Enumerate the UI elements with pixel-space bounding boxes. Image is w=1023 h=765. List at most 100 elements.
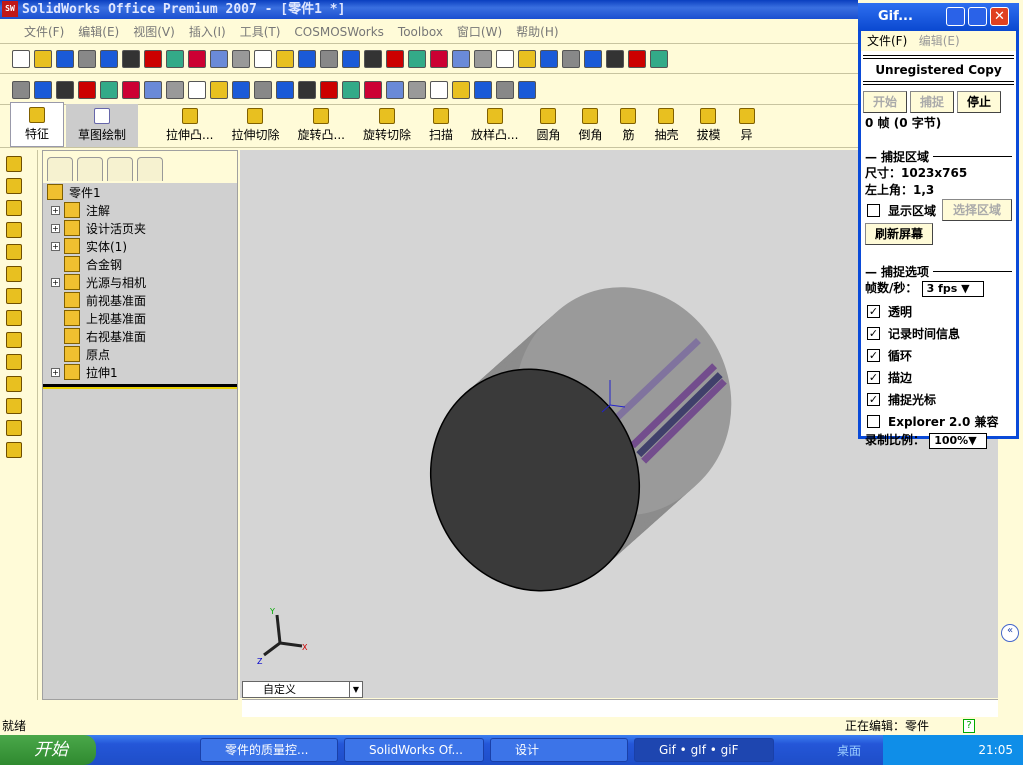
option-checkbox[interactable]: ✓	[867, 326, 880, 340]
select-area-button[interactable]: 选择区域	[942, 199, 1013, 221]
desktop-toolbar-label[interactable]: 桌面	[837, 742, 861, 759]
sketch-tool-icon[interactable]	[6, 310, 22, 326]
fps-select[interactable]: 3 fps ▼	[921, 281, 984, 297]
menu-file[interactable]: 文件(F)	[24, 23, 64, 40]
command-button[interactable]: 圆角	[536, 108, 560, 147]
command-button[interactable]: 旋转凸...	[298, 108, 345, 147]
toolbar-tool-icon[interactable]	[408, 80, 426, 99]
gif-menu-edit[interactable]: 编辑(E)	[919, 34, 960, 48]
toolbar-tool-icon[interactable]	[496, 80, 514, 99]
toolbar-tool-icon[interactable]	[408, 50, 426, 68]
toolbar-tool-icon[interactable]	[430, 50, 448, 68]
sketch-tool-icon[interactable]	[6, 288, 22, 304]
toolbar-tool-icon[interactable]	[298, 50, 316, 68]
toolbar-tool-icon[interactable]	[122, 80, 140, 99]
stop-button[interactable]: 停止	[957, 91, 1001, 113]
toolbar-tool-icon[interactable]	[166, 50, 184, 68]
option-checkbox[interactable]: ✓	[867, 304, 880, 318]
command-button[interactable]: 放样凸...	[471, 108, 518, 147]
toolbar-tool-icon[interactable]	[100, 80, 118, 99]
command-button[interactable]: 异	[738, 108, 755, 147]
toolbar-tool-icon[interactable]	[232, 80, 250, 99]
toolbar-tool-icon[interactable]	[144, 50, 162, 68]
command-button[interactable]: 拉伸凸...	[166, 108, 213, 147]
sketch-tool-icon[interactable]	[6, 200, 22, 216]
option-checkbox[interactable]	[867, 414, 880, 428]
tree-item[interactable]: 前视基准面	[43, 291, 237, 309]
sketch-tool-icon[interactable]	[6, 222, 22, 238]
sketch-tool-icon[interactable]	[6, 156, 22, 172]
tab-cosmos[interactable]	[137, 157, 163, 181]
toolbar-tool-icon[interactable]	[298, 80, 316, 99]
toolbar-tool-icon[interactable]	[12, 50, 30, 68]
command-button[interactable]: 抽壳	[654, 108, 678, 147]
command-button[interactable]: 拉伸切除	[231, 108, 280, 147]
toolbar-tool-icon[interactable]	[562, 50, 580, 68]
tree-item[interactable]: 合金钢	[43, 255, 237, 273]
tree-item[interactable]: + 注解	[43, 201, 237, 219]
sketch-tool-icon[interactable]	[6, 376, 22, 392]
sketch-tool-icon[interactable]	[6, 398, 22, 414]
toolbar-tool-icon[interactable]	[496, 50, 514, 68]
expand-icon[interactable]: +	[51, 205, 60, 215]
option-checkbox[interactable]: ✓	[867, 348, 880, 362]
toolbar-tool-icon[interactable]	[364, 80, 382, 99]
toolbar-tool-icon[interactable]	[430, 80, 448, 99]
sketch-tool-icon[interactable]	[6, 354, 22, 370]
tree-item[interactable]: 上视基准面	[43, 309, 237, 327]
menu-toolbox[interactable]: Toolbox	[398, 25, 443, 39]
toolbar-tool-icon[interactable]	[56, 80, 74, 99]
toolbar-tool-icon[interactable]	[474, 80, 492, 99]
sketch-tool-icon[interactable]	[6, 442, 22, 458]
toolbar-tool-icon[interactable]	[650, 50, 668, 68]
sketch-tool-icon[interactable]	[6, 244, 22, 260]
tree-root[interactable]: 零件1	[43, 183, 237, 201]
task-design-folder[interactable]: 设计	[490, 738, 628, 762]
toolbar-tool-icon[interactable]	[122, 50, 140, 68]
command-button[interactable]: 拔模	[696, 108, 721, 147]
tree-item[interactable]: + 设计活页夹	[43, 219, 237, 237]
help-icon[interactable]: ?	[963, 719, 975, 733]
scale-select[interactable]: 100%▼	[929, 433, 988, 449]
sketch-tool-icon[interactable]	[6, 332, 22, 348]
toolbar-tool-icon[interactable]	[452, 50, 470, 68]
toolbar-tool-icon[interactable]	[584, 50, 602, 68]
command-button[interactable]: 扫描	[429, 108, 453, 147]
toolbar-tool-icon[interactable]	[34, 50, 52, 68]
toolbar-tool-icon[interactable]	[232, 50, 250, 68]
minimize-button[interactable]	[946, 7, 965, 26]
maximize-button[interactable]	[968, 7, 987, 26]
toolbar-tool-icon[interactable]	[518, 50, 536, 68]
toolbar-tool-icon[interactable]	[210, 50, 228, 68]
toolbar-tool-icon[interactable]	[100, 50, 118, 68]
sketch-tool-icon[interactable]	[6, 420, 22, 436]
horizontal-scrollbar[interactable]	[242, 699, 998, 717]
close-button[interactable]: ✕	[990, 7, 1009, 26]
expand-icon[interactable]: +	[51, 223, 60, 233]
task-quality-control[interactable]: 零件的质量控...	[200, 738, 338, 762]
toolbar-tool-icon[interactable]	[254, 50, 272, 68]
menu-help[interactable]: 帮助(H)	[516, 23, 558, 40]
start-capture-button[interactable]: 开始	[863, 91, 907, 113]
tree-item[interactable]: + 实体(1)	[43, 237, 237, 255]
toolbar-tool-icon[interactable]	[276, 50, 294, 68]
toolbar-tool-icon[interactable]	[518, 80, 536, 99]
expand-icon[interactable]: +	[51, 241, 60, 251]
menu-cosmosworks[interactable]: COSMOSWorks	[294, 25, 384, 39]
toolbar-tool-icon[interactable]	[474, 50, 492, 68]
option-checkbox[interactable]: ✓	[867, 392, 880, 406]
menu-tools[interactable]: 工具(T)	[240, 23, 281, 40]
menu-insert[interactable]: 插入(I)	[189, 23, 226, 40]
tree-item[interactable]: 原点	[43, 345, 237, 363]
toolbar-tool-icon[interactable]	[78, 80, 96, 99]
toolbar-tool-icon[interactable]	[342, 50, 360, 68]
expand-task-pane-icon[interactable]: «	[1001, 624, 1019, 642]
tab-sketch[interactable]: 草图绘制	[66, 104, 139, 147]
view-orientation-combo[interactable]: 自定义 ▼	[242, 681, 363, 698]
toolbar-tool-icon[interactable]	[606, 50, 624, 68]
command-button[interactable]: 筋	[620, 108, 637, 147]
tree-item[interactable]: + 光源与相机	[43, 273, 237, 291]
task-gif-recorder[interactable]: Gif • gIf • giF	[634, 738, 774, 762]
refresh-screen-button[interactable]: 刷新屏幕	[865, 223, 933, 245]
capture-button[interactable]: 捕捉	[910, 91, 954, 113]
